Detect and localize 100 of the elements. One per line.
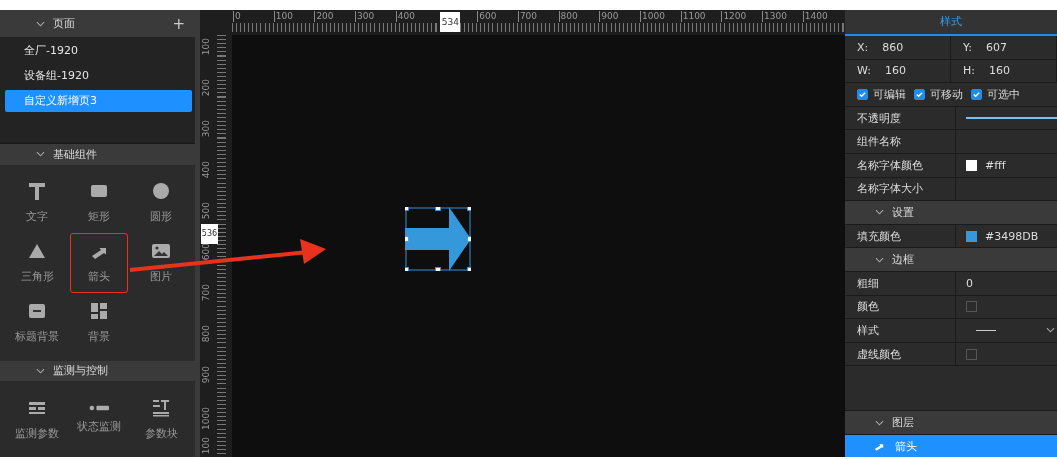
opacity-slider[interactable] bbox=[966, 117, 1057, 120]
grid-tiles-icon bbox=[89, 301, 109, 322]
property-value[interactable]: 607 bbox=[985, 40, 1007, 54]
ruler-label: 1400 bbox=[802, 11, 828, 22]
ruler-label: 300 bbox=[201, 120, 212, 138]
property-label: 样式 bbox=[857, 322, 879, 338]
component-label: 箭头 bbox=[88, 269, 110, 285]
property-label: 虚线颜色 bbox=[857, 346, 901, 362]
property-value[interactable]: 860 bbox=[882, 40, 904, 54]
layer-label: 箭头 bbox=[895, 438, 917, 454]
ruler-label: 1000 bbox=[201, 407, 212, 430]
ruler-label: 100 bbox=[201, 38, 212, 56]
section-header[interactable]: 页面 + bbox=[0, 10, 195, 37]
page-item[interactable]: 设备组-1920 bbox=[5, 65, 192, 87]
color-swatch[interactable] bbox=[966, 348, 977, 360]
ruler-label: 200 bbox=[314, 11, 334, 22]
ruler-label: 900 bbox=[201, 366, 212, 384]
ruler-label: 800 bbox=[558, 11, 578, 22]
checkbox[interactable]: 可移动 bbox=[914, 87, 963, 102]
checkbox-label: 可编辑 bbox=[873, 87, 906, 102]
property-value[interactable]: 160 bbox=[884, 64, 906, 78]
add-page-button[interactable]: + bbox=[172, 14, 185, 33]
ruler-label: 1100 bbox=[680, 11, 706, 22]
section-header[interactable]: 图层 bbox=[845, 411, 1057, 435]
property-label: 组件名称 bbox=[857, 134, 901, 150]
ruler-label: 100 bbox=[201, 437, 212, 455]
section-header[interactable]: 基础组件 bbox=[0, 144, 195, 165]
component-item[interactable]: 监测参数 bbox=[8, 389, 66, 449]
property-label: 名称字体颜色 bbox=[857, 157, 923, 173]
color-swatch[interactable] bbox=[966, 159, 977, 171]
ruler-label: 1000 bbox=[640, 11, 665, 22]
section-title: 设置 bbox=[892, 204, 914, 220]
component-item[interactable]: 参数块 bbox=[132, 389, 190, 449]
caret-icon[interactable] bbox=[1046, 327, 1055, 334]
panel-tab[interactable]: 样式 bbox=[845, 10, 1057, 36]
checkbox[interactable]: 可编辑 bbox=[857, 87, 906, 102]
checkbox-icon[interactable] bbox=[857, 89, 868, 100]
ruler-marker: 534 bbox=[440, 12, 461, 32]
ruler-label: 200 bbox=[201, 79, 212, 97]
color-swatch[interactable] bbox=[966, 301, 977, 313]
component-label: 监测参数 bbox=[15, 425, 59, 441]
component-label: 参数块 bbox=[144, 425, 178, 441]
chevron-icon[interactable] bbox=[875, 209, 884, 216]
property-value[interactable]: 160 bbox=[989, 64, 1010, 78]
component-label: 三角形 bbox=[20, 269, 54, 285]
chevron-icon[interactable] bbox=[36, 151, 45, 158]
ruler-label: 0 bbox=[233, 11, 241, 22]
section-title: 图层 bbox=[892, 415, 914, 431]
property-label: 颜色 bbox=[857, 299, 879, 315]
component-item[interactable]: 箭头 bbox=[70, 232, 128, 293]
ruler-label: 700 bbox=[201, 284, 212, 302]
component-item[interactable]: 背景 bbox=[70, 292, 128, 353]
checkbox-label: 可移动 bbox=[930, 87, 963, 102]
component-item[interactable]: 文字 bbox=[8, 172, 66, 233]
chevron-icon[interactable] bbox=[875, 419, 884, 426]
component-label: 矩形 bbox=[88, 209, 110, 225]
scrollbar[interactable] bbox=[195, 10, 200, 457]
component-item[interactable]: 圆形 bbox=[132, 172, 190, 233]
checkbox[interactable]: 可选中 bbox=[971, 87, 1020, 102]
ruler-label: 400 bbox=[395, 11, 415, 22]
ruler-label: 800 bbox=[201, 325, 212, 343]
property-value[interactable]: 0 bbox=[966, 276, 973, 290]
ruler-label: 700 bbox=[517, 11, 538, 22]
section-title: 监测与控制 bbox=[53, 363, 108, 379]
color-value: #3498DB bbox=[985, 229, 1039, 243]
property-label: 名称字体大小 bbox=[857, 181, 923, 197]
chevron-icon[interactable] bbox=[36, 20, 45, 27]
arrow-shape[interactable] bbox=[405, 207, 471, 271]
component-label: 背景 bbox=[88, 329, 110, 345]
checkbox-icon[interactable] bbox=[914, 89, 925, 100]
property-label: 不透明度 bbox=[857, 110, 901, 126]
page-item[interactable]: 全厂-1920 bbox=[5, 40, 192, 62]
section-header[interactable]: 设置 bbox=[845, 201, 1057, 225]
property-label: W: bbox=[857, 64, 871, 78]
color-swatch[interactable] bbox=[966, 230, 977, 242]
property-label: H: bbox=[963, 64, 975, 78]
checkbox-icon[interactable] bbox=[971, 89, 982, 100]
property-label: X: bbox=[857, 40, 869, 54]
component-item[interactable]: 矩形 bbox=[70, 172, 128, 233]
color-value: #fff bbox=[985, 158, 1006, 172]
chevron-icon[interactable] bbox=[36, 367, 45, 374]
chevron-icon[interactable] bbox=[875, 256, 884, 263]
component-label: 图片 bbox=[150, 269, 172, 285]
component-label: 圆形 bbox=[150, 209, 172, 225]
ruler-label: 300 bbox=[355, 11, 375, 22]
ruler-label: 500 bbox=[201, 202, 212, 220]
property-label: 填充颜色 bbox=[857, 228, 901, 244]
section-title: 页面 bbox=[53, 16, 75, 31]
ruler-label: 600 bbox=[477, 11, 497, 22]
ruler-marker: 536 bbox=[201, 223, 218, 244]
component-label: 状态监测 bbox=[77, 418, 121, 434]
component-item[interactable]: 三角形 bbox=[8, 232, 66, 293]
component-item[interactable]: 图片 bbox=[132, 232, 190, 293]
component-item[interactable]: 状态监测 bbox=[70, 389, 128, 449]
component-item[interactable]: 标题背景 bbox=[8, 292, 66, 353]
status-indicator-icon bbox=[89, 404, 109, 411]
section-header[interactable]: 监测与控制 bbox=[0, 360, 195, 381]
text-tool-icon bbox=[27, 181, 47, 202]
property-label: 粗细 bbox=[857, 275, 879, 291]
section-header[interactable]: 边框 bbox=[845, 248, 1057, 272]
